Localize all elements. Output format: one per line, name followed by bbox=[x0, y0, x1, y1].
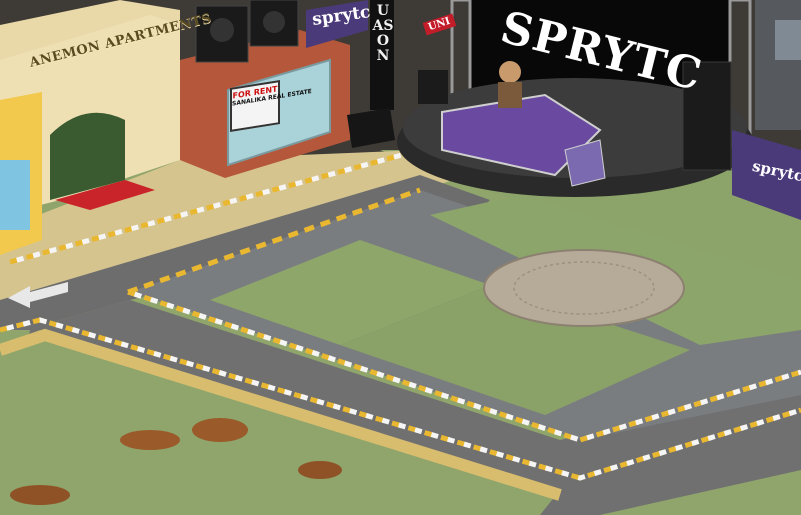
window bbox=[0, 160, 30, 230]
dirt-patch bbox=[10, 485, 70, 505]
stage-speaker bbox=[418, 70, 448, 104]
right-building bbox=[755, 0, 801, 130]
vertical-sign-text: UASON bbox=[372, 3, 394, 64]
dirt-patch bbox=[192, 418, 248, 442]
speaker-cone bbox=[263, 11, 285, 33]
for-rent-sign: FOR RENT SANALIKA REAL ESTATE bbox=[230, 80, 312, 132]
dj-avatar-head[interactable] bbox=[499, 61, 521, 83]
speaker-cone bbox=[210, 18, 234, 42]
dirt-patch bbox=[298, 461, 342, 479]
dirt-patch bbox=[120, 430, 180, 450]
right-window bbox=[775, 20, 801, 60]
dj-avatar-body[interactable] bbox=[498, 82, 522, 108]
